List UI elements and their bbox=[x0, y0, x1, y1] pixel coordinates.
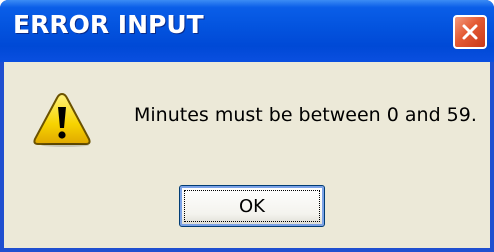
error-dialog: ERROR INPUT Minutes must be between 0 an… bbox=[0, 0, 494, 252]
close-button[interactable] bbox=[453, 15, 487, 49]
title-bar[interactable]: ERROR INPUT bbox=[0, 0, 494, 62]
focus-rectangle bbox=[184, 190, 320, 222]
close-icon bbox=[462, 24, 478, 40]
warning-icon bbox=[33, 92, 91, 147]
error-message: Minutes must be between 0 and 59. bbox=[134, 104, 477, 126]
dialog-body: Minutes must be between 0 and 59. OK bbox=[4, 62, 490, 248]
ok-button[interactable]: OK bbox=[179, 185, 325, 227]
window-title: ERROR INPUT bbox=[13, 10, 204, 39]
